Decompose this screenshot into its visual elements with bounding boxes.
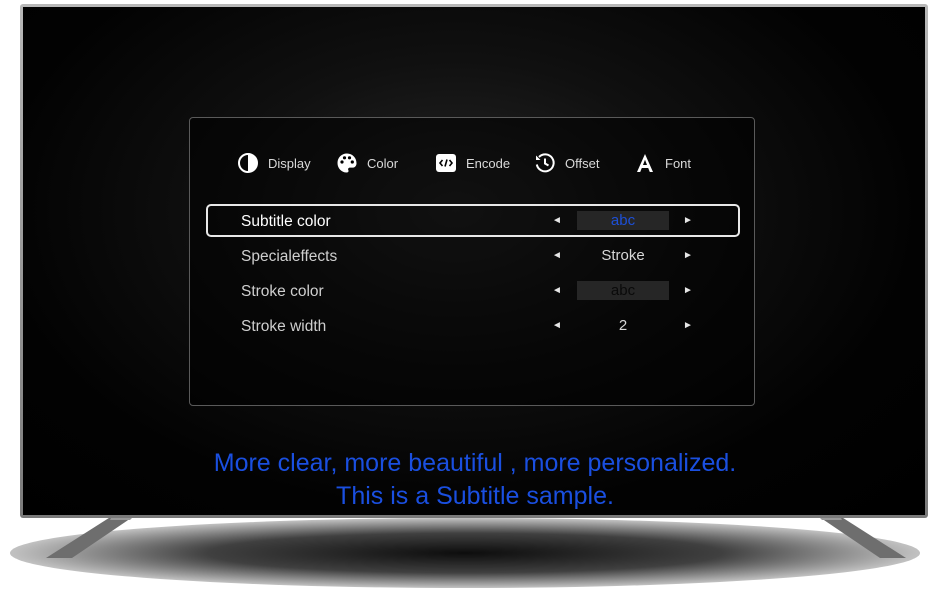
right-arrow-icon[interactable]: ►: [681, 284, 695, 298]
tv-stand-leg-right: [818, 516, 906, 558]
setting-row-stroke-width[interactable]: Stroke width ◄ 2 ►: [206, 309, 740, 342]
clock-rewind-icon: [534, 152, 556, 174]
tab-label: Display: [268, 155, 311, 171]
left-arrow-icon[interactable]: ◄: [550, 319, 564, 333]
subtitle-color-value: abc: [577, 211, 669, 230]
tab-color[interactable]: Color: [336, 151, 398, 175]
left-arrow-icon[interactable]: ◄: [550, 214, 564, 228]
special-effects-value: Stroke: [601, 247, 645, 264]
setting-row-stroke-color[interactable]: Stroke color ◄ abc ►: [206, 274, 740, 307]
tab-offset[interactable]: Offset: [534, 151, 599, 175]
stroke-width-value: 2: [618, 317, 628, 334]
setting-row-subtitle-color[interactable]: Subtitle color ◄ abc ►: [206, 204, 740, 237]
subtitle-sample-line-1: More clear, more beautiful , more person…: [213, 449, 737, 477]
tab-label: Encode: [466, 155, 511, 171]
subtitle-sample-line-2: This is a Subtitle sample.: [336, 482, 614, 510]
setting-label: Specialeffects: [241, 248, 338, 265]
right-arrow-icon[interactable]: ►: [681, 214, 695, 228]
subtitle-settings-panel: Display Color Encode Offset Font Subtitl…: [189, 117, 755, 406]
letter-a-icon: [634, 152, 656, 174]
half-circle-contrast-icon: [237, 152, 259, 174]
code-brackets-icon: [435, 152, 457, 174]
tab-display[interactable]: Display: [237, 151, 311, 175]
tab-label: Offset: [565, 155, 600, 171]
left-arrow-icon[interactable]: ◄: [550, 249, 564, 263]
tab-label: Color: [367, 155, 399, 171]
left-arrow-icon[interactable]: ◄: [550, 284, 564, 298]
tab-label: Font: [665, 155, 692, 171]
setting-label: Subtitle color: [241, 213, 331, 230]
right-arrow-icon[interactable]: ►: [681, 249, 695, 263]
setting-label: Stroke width: [241, 318, 327, 335]
tv-screen: Display Color Encode Offset Font Subtitl…: [23, 7, 925, 515]
stroke-color-value: abc: [577, 281, 669, 300]
right-arrow-icon[interactable]: ►: [681, 319, 695, 333]
tab-font[interactable]: Font: [634, 151, 691, 175]
tv-stand-leg-left: [46, 516, 134, 558]
tv-frame: Display Color Encode Offset Font Subtitl…: [20, 4, 928, 518]
settings-tabs: Display Color Encode Offset Font: [190, 151, 754, 175]
setting-row-special-effects[interactable]: Specialeffects ◄ Stroke ►: [206, 239, 740, 272]
setting-label: Stroke color: [241, 283, 324, 300]
palette-icon: [336, 152, 358, 174]
tab-encode[interactable]: Encode: [435, 151, 510, 175]
